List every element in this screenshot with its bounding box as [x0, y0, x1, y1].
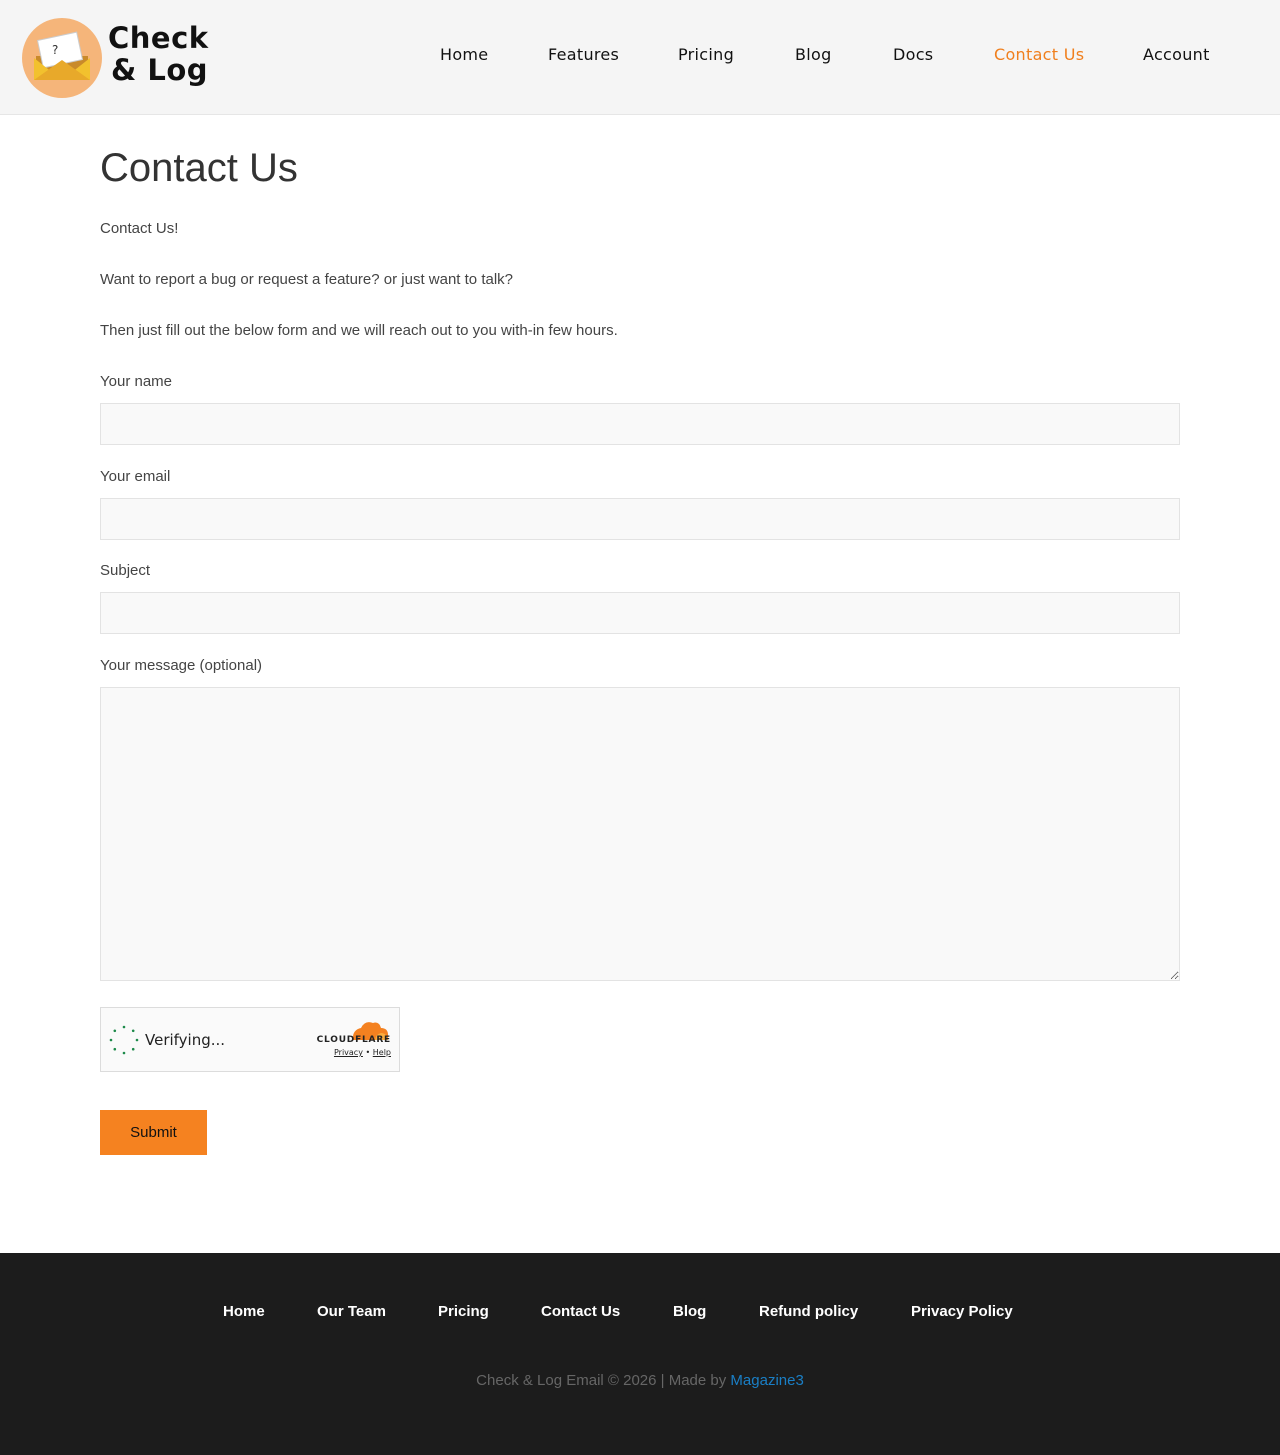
nav-docs[interactable]: Docs	[893, 45, 933, 64]
message-label: Your message (optional)	[100, 657, 263, 674]
nav-pricing[interactable]: Pricing	[678, 45, 734, 64]
made-by-link[interactable]: Magazine3	[730, 1372, 803, 1389]
cloudflare-wordmark: CLOUDFLARE	[316, 1035, 391, 1045]
site-header: ? Check & Log Home Features Pricing Blog…	[0, 0, 1280, 115]
nav-blog[interactable]: Blog	[795, 45, 832, 64]
footer-link-our-team[interactable]: Our Team	[317, 1303, 386, 1320]
intro-line-1: Contact Us!	[100, 220, 179, 237]
footer-link-refund-policy[interactable]: Refund policy	[759, 1303, 858, 1320]
copyright-text: Check & Log Email © 2026 | Made by Magaz…	[0, 1372, 1280, 1389]
intro-line-2: Want to report a bug or request a featur…	[100, 271, 514, 288]
copyright-label: Check & Log Email © 2026 | Made by	[476, 1372, 727, 1389]
captcha-help-link[interactable]: Help	[373, 1048, 391, 1057]
nav-features[interactable]: Features	[548, 45, 619, 64]
nav-contact-us[interactable]: Contact Us	[994, 45, 1084, 64]
nav-home[interactable]: Home	[440, 45, 488, 64]
submit-button[interactable]: Submit	[100, 1110, 207, 1155]
name-input[interactable]	[100, 403, 1180, 445]
message-textarea[interactable]	[100, 687, 1180, 981]
email-input[interactable]	[100, 498, 1180, 540]
footer-link-home[interactable]: Home	[223, 1303, 265, 1320]
subject-input[interactable]	[100, 592, 1180, 634]
main-nav: Home Features Pricing Blog Docs Contact …	[0, 0, 1280, 114]
subject-label: Subject	[100, 562, 151, 579]
captcha-links: Privacy • Help	[334, 1048, 391, 1057]
name-label: Your name	[100, 373, 172, 390]
page-title: Contact Us	[100, 146, 298, 190]
loading-spinner-icon	[109, 1025, 139, 1055]
email-label: Your email	[100, 468, 171, 485]
captcha-widget[interactable]: Verifying... CLOUDFLARE Privacy • Help	[100, 1007, 400, 1072]
captcha-separator: •	[365, 1048, 371, 1057]
site-footer: Home Our Team Pricing Contact Us Blog Re…	[0, 1253, 1280, 1455]
footer-link-pricing[interactable]: Pricing	[438, 1303, 489, 1320]
footer-link-privacy-policy[interactable]: Privacy Policy	[911, 1303, 1013, 1320]
nav-account[interactable]: Account	[1143, 45, 1210, 64]
footer-link-contact-us[interactable]: Contact Us	[541, 1303, 620, 1320]
footer-link-blog[interactable]: Blog	[673, 1303, 706, 1320]
captcha-privacy-link[interactable]: Privacy	[334, 1048, 363, 1057]
intro-line-3: Then just fill out the below form and we…	[100, 322, 618, 339]
captcha-status: Verifying...	[145, 1031, 226, 1049]
